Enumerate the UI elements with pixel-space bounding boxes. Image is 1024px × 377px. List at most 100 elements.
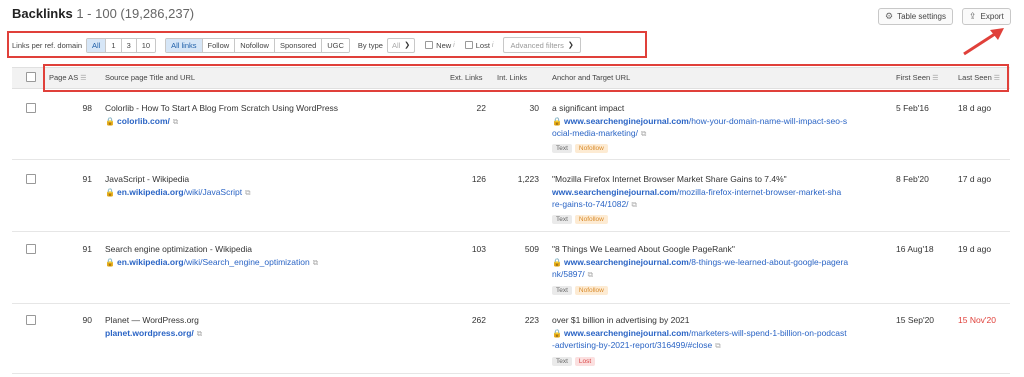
tag-nofollow: Nofollow [574, 286, 608, 295]
per-domain-option-all[interactable]: All [87, 38, 107, 52]
source-url[interactable]: 🔒 colorlib.com/⧉ [105, 116, 178, 127]
int-links-value: 30 [529, 103, 539, 113]
external-link-icon[interactable]: ⧉ [588, 270, 593, 279]
external-link-icon[interactable]: ⧉ [632, 200, 637, 209]
source-domain: colorlib.com/ [116, 116, 170, 126]
source-title: Planet — WordPress.org [105, 315, 199, 325]
ext-links-value: 22 [476, 103, 486, 113]
source-url[interactable]: 🔒 en.wikipedia.org/wiki/JavaScript ⧉ [105, 187, 251, 198]
external-link-icon[interactable]: ⧉ [641, 129, 646, 138]
filter-bar: Links per ref. domain All 1 3 10 All lin… [12, 37, 581, 53]
export-button[interactable]: ⇪ Export [962, 8, 1011, 25]
external-link-icon[interactable]: ⧉ [173, 117, 178, 126]
select-all-checkbox[interactable] [26, 72, 36, 82]
tag-text: Text [552, 286, 572, 295]
source-domain: en.wikipedia.org [116, 187, 184, 197]
tag-text: Text [552, 144, 572, 153]
target-path-line1: /mozilla-firefox-internet-browser-market… [676, 187, 842, 197]
column-int-links[interactable]: Int. Links [497, 73, 527, 82]
sort-icon: ☰ [932, 75, 939, 82]
external-link-icon[interactable]: ⧉ [715, 341, 720, 350]
page-as-value: 98 [82, 103, 92, 113]
source-url[interactable]: 🔒 en.wikipedia.org/wiki/Search_engine_opt… [105, 257, 318, 268]
column-page-as[interactable]: Page AS ☰ [49, 73, 86, 82]
target-url[interactable]: 🔒 www.searchenginejournal.com/8-things-we… [552, 257, 848, 267]
link-type-follow[interactable]: Follow [202, 38, 236, 52]
export-label: Export [980, 12, 1004, 21]
target-url[interactable]: 🔒 www.searchenginejournal.com/how-your-do… [552, 116, 847, 126]
sort-icon: ☰ [993, 75, 1001, 82]
link-type-nofollow[interactable]: Nofollow [235, 38, 275, 52]
target-url-continued[interactable]: ocial-media-marketing/⧉ [552, 128, 646, 139]
last-seen-value: 18 d ago [958, 103, 992, 113]
per-domain-option-3[interactable]: 3 [121, 38, 137, 52]
target-url-continued[interactable]: re-gains-to-74/1082/⧉ [552, 199, 637, 210]
tag-text: Text [552, 215, 572, 224]
first-seen-value: 8 Feb'20 [896, 174, 929, 184]
anchor-text: a significant impact [552, 103, 625, 113]
table-settings-button[interactable]: ⚙ Table settings [878, 8, 953, 25]
link-type-ugc[interactable]: UGC [322, 38, 349, 52]
column-first-seen-label: First Seen [896, 73, 931, 82]
page-title: Backlinks 1 - 100 (19,286,237) [12, 6, 194, 21]
new-checkbox[interactable] [425, 41, 434, 49]
lost-checkbox[interactable] [464, 41, 473, 49]
row-checkbox[interactable] [26, 103, 36, 113]
tag-lost: Lost [574, 357, 596, 366]
source-title: JavaScript - Wikipedia [105, 174, 190, 184]
row-checkbox[interactable] [26, 315, 36, 325]
column-source-label: Source page Title and URL [105, 73, 196, 82]
row-checkbox[interactable] [26, 244, 36, 254]
lock-icon: 🔒 [552, 117, 562, 126]
table-row [12, 232, 1010, 304]
page-as-value: 90 [82, 315, 92, 325]
column-source: Source page Title and URL [105, 73, 195, 82]
page-as-value: 91 [82, 244, 92, 254]
source-url[interactable]: planet.wordpress.org/⧉ [105, 328, 202, 339]
new-label: New [436, 40, 452, 50]
column-page-as-label: Page AS [49, 73, 79, 82]
row-checkbox[interactable] [26, 174, 36, 184]
advanced-filters-label: Advanced filters [510, 40, 564, 50]
title-text: Backlinks [12, 6, 73, 21]
first-seen-value: 15 Sep'20 [896, 315, 935, 325]
lock-icon: 🔒 [105, 188, 115, 197]
by-type-value: All [391, 40, 401, 50]
target-url[interactable]: www.searchenginejournal.com/mozilla-fire… [552, 187, 841, 197]
lost-label: Lost [475, 40, 490, 50]
link-type-all[interactable]: All links [166, 38, 203, 52]
tag-group: Text Lost [552, 355, 598, 366]
tag-text: Text [552, 357, 572, 366]
chevron-down-icon: ❯ [567, 42, 574, 49]
per-domain-option-1[interactable]: 1 [106, 38, 122, 52]
target-domain: www.searchenginejournal.com [563, 116, 689, 126]
target-url[interactable]: 🔒 www.searchenginejournal.com/marketers-w… [552, 328, 847, 338]
external-link-icon[interactable]: ⧉ [313, 258, 318, 267]
link-type-sponsored[interactable]: Sponsored [274, 38, 323, 52]
by-type-select[interactable]: All ❯ [386, 37, 416, 53]
target-path-line1: /marketers-will-spend-1-billion-on-podca… [688, 328, 847, 338]
column-ext-links[interactable]: Ext. Links [450, 73, 483, 82]
advanced-filters-select[interactable]: Advanced filters ❯ [503, 37, 581, 53]
target-url-continued[interactable]: -advertising-by-2021-report/316499/#clos… [552, 340, 721, 351]
target-domain: www.searchenginejournal.com [563, 257, 689, 267]
column-last-seen[interactable]: Last Seen ☰ [958, 73, 1000, 82]
column-int-links-label: Int. Links [497, 73, 528, 82]
source-domain: en.wikipedia.org [116, 257, 184, 267]
target-path-line2: nk/5897/ [552, 269, 585, 279]
last-seen-value-lost: 15 Nov'20 [958, 315, 997, 325]
column-first-seen[interactable]: First Seen ☰ [896, 73, 938, 82]
int-links-value: 223 [524, 315, 539, 325]
target-path-line2: ocial-media-marketing/ [552, 128, 638, 138]
target-url-continued[interactable]: nk/5897/⧉ [552, 269, 593, 280]
external-link-icon[interactable]: ⧉ [245, 188, 250, 197]
external-link-icon[interactable]: ⧉ [197, 329, 202, 338]
per-domain-option-10[interactable]: 10 [136, 38, 156, 52]
first-seen-value: 5 Feb'16 [896, 103, 929, 113]
source-domain: planet.wordpress.org/ [105, 328, 194, 338]
last-seen-value: 17 d ago [958, 174, 992, 184]
export-icon: ⇪ [969, 11, 977, 21]
new-filter[interactable]: New i [425, 41, 455, 50]
target-path-line1: /8-things-we-learned-about-google-pagera [688, 257, 849, 267]
lost-filter[interactable]: Lost i [464, 40, 493, 50]
